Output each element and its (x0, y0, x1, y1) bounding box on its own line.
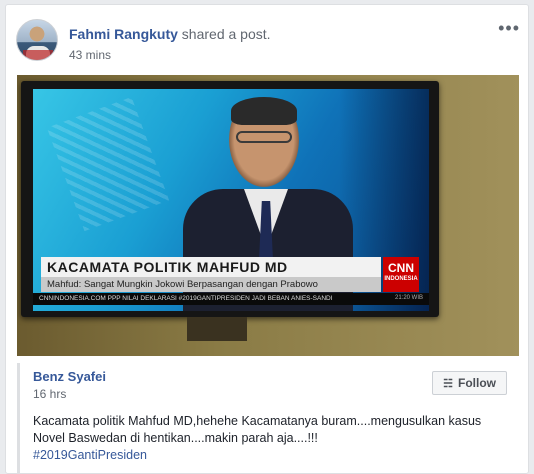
post-action-text: shared a post. (181, 26, 271, 42)
follow-button[interactable]: ☵ Follow (432, 371, 507, 395)
shared-post: Benz Syafei 16 hrs ☵ Follow Kacamata poli… (17, 363, 519, 473)
author-name[interactable]: Fahmi Rangkuty (69, 26, 178, 42)
follow-label: Follow (458, 376, 496, 390)
tv-image: KACAMATA POLITIK MAHFUD MD Mahfud: Sanga… (21, 81, 439, 317)
post-title-line: Fahmi Rangkuty shared a post. (69, 26, 271, 42)
shared-post-text-line: Kacamata politik Mahfud MD,hehehe Kacama… (33, 414, 482, 428)
news-subheadline: Mahfud: Sangat Mungkin Jokowi Berpasanga… (41, 277, 381, 292)
cnn-logo-subtext: INDONESIA (384, 276, 418, 282)
news-ticker: CNNINDONESIA.COM PPP NILAI DEKLARASI #20… (33, 293, 429, 305)
hashtag-link[interactable]: #2019GantiPresiden (33, 447, 519, 464)
cnn-logo-text: CNN (388, 261, 414, 275)
shared-post-text-line: Novel Baswedan di hentikan....makin para… (33, 431, 318, 445)
news-lower-third: KACAMATA POLITIK MAHFUD MD Mahfud: Sanga… (33, 257, 429, 311)
shared-author-name[interactable]: Benz Syafei (33, 369, 106, 384)
news-headline: KACAMATA POLITIK MAHFUD MD (41, 257, 381, 277)
shared-post-timestamp[interactable]: 16 hrs (33, 387, 66, 401)
feed-post-card: Fahmi Rangkuty shared a post. 43 mins ••… (5, 4, 529, 474)
post-photo[interactable]: KACAMATA POLITIK MAHFUD MD Mahfud: Sanga… (17, 75, 519, 356)
more-options-icon[interactable]: ••• (498, 19, 520, 37)
post-timestamp[interactable]: 43 mins (69, 48, 111, 62)
post-header: Fahmi Rangkuty shared a post. 43 mins ••… (16, 17, 520, 67)
rss-icon: ☵ (443, 378, 453, 390)
author-avatar[interactable] (16, 19, 58, 61)
tv-screen: KACAMATA POLITIK MAHFUD MD Mahfud: Sanga… (33, 89, 429, 311)
cnn-logo: CNN INDONESIA (383, 257, 419, 292)
shared-post-text: Kacamata politik Mahfud MD,hehehe Kacama… (33, 413, 519, 464)
news-clock: 21:20 WIB (394, 295, 423, 301)
